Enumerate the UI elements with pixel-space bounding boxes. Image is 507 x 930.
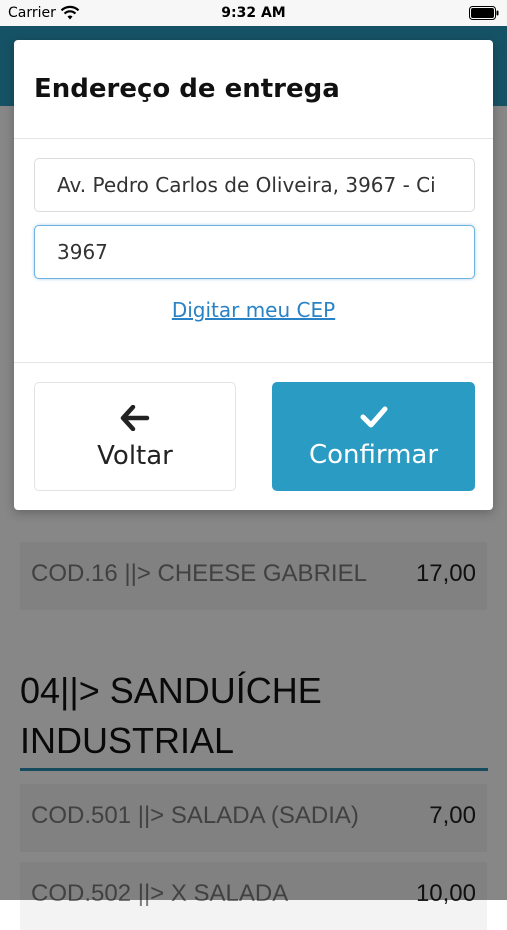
modal-title: Endereço de entrega	[34, 74, 340, 104]
clock: 9:32 AM	[221, 5, 286, 21]
status-bar: Carrier 9:32 AM	[0, 0, 507, 26]
battery-icon	[469, 6, 499, 20]
modal-divider	[14, 362, 493, 363]
check-icon	[360, 406, 387, 428]
delivery-address-modal: Endereço de entrega Av. Pedro Carlos de …	[14, 40, 493, 510]
confirm-button-label: Confirmar	[308, 440, 439, 470]
arrow-left-icon	[120, 405, 150, 431]
confirm-button[interactable]: Confirmar	[272, 382, 475, 491]
enter-cep-link[interactable]: Digitar meu CEP	[14, 298, 493, 322]
address-input[interactable]: Av. Pedro Carlos de Oliveira, 3967 - Ci	[34, 158, 475, 212]
back-button[interactable]: Voltar	[34, 382, 236, 491]
back-button-label: Voltar	[97, 441, 173, 471]
modal-divider	[14, 138, 493, 139]
number-input[interactable]: 3967	[34, 225, 475, 279]
